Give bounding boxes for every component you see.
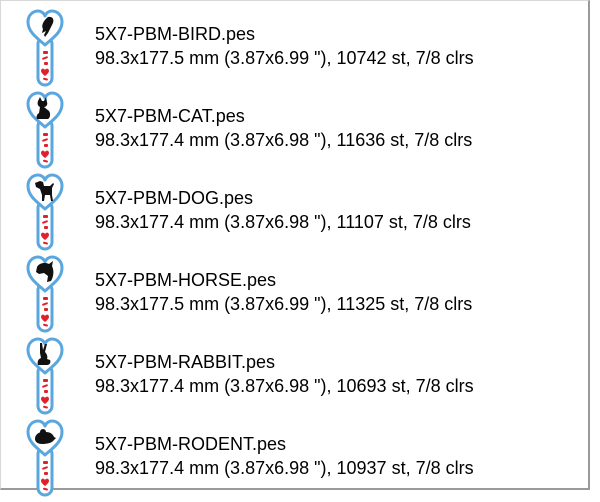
- file-item-rodent[interactable]: 5X7-PBM-RODENT.pes 98.3x177.4 mm (3.87x6…: [1, 415, 589, 497]
- heart-icon: [26, 255, 64, 293]
- file-item-horse[interactable]: 5X7-PBM-HORSE.pes 98.3x177.5 mm (3.87x6.…: [1, 251, 589, 333]
- file-info: 98.3x177.5 mm (3.87x6.99 "), 10742 st, 7…: [95, 48, 474, 68]
- file-text: 5X7-PBM-HORSE.pes 98.3x177.5 mm (3.87x6.…: [95, 268, 472, 316]
- file-text: 5X7-PBM-DOG.pes 98.3x177.4 mm (3.87x6.98…: [95, 186, 471, 234]
- bookmark-icon: [26, 91, 64, 169]
- file-name: 5X7-PBM-RABBIT.pes: [95, 352, 276, 372]
- file-info: 98.3x177.4 mm (3.87x6.98 "), 11636 st, 7…: [95, 130, 473, 150]
- bookmark-icon: [26, 255, 64, 333]
- file-info: 98.3x177.4 mm (3.87x6.98 "), 10937 st, 7…: [95, 458, 474, 478]
- bookmark-thumbnail: [23, 417, 67, 499]
- file-name: 5X7-PBM-BIRD.pes: [95, 24, 256, 44]
- file-item-dog[interactable]: 5X7-PBM-DOG.pes 98.3x177.4 mm (3.87x6.98…: [1, 169, 589, 251]
- bookmark-icon: [26, 337, 64, 415]
- file-item-bird[interactable]: 5X7-PBM-BIRD.pes 98.3x177.5 mm (3.87x6.9…: [1, 5, 589, 87]
- file-item-rabbit[interactable]: 5X7-PBM-RABBIT.pes 98.3x177.4 mm (3.87x6…: [1, 333, 589, 415]
- bookmark-thumbnail: [23, 253, 67, 335]
- file-text: 5X7-PBM-BIRD.pes 98.3x177.5 mm (3.87x6.9…: [95, 22, 474, 70]
- file-name: 5X7-PBM-DOG.pes: [95, 188, 254, 208]
- bookmark-thumbnail: [23, 335, 67, 417]
- file-item-cat[interactable]: 5X7-PBM-CAT.pes 98.3x177.4 mm (3.87x6.98…: [1, 87, 589, 169]
- file-info: 98.3x177.4 mm (3.87x6.98 "), 11107 st, 7…: [95, 212, 471, 232]
- file-name: 5X7-PBM-HORSE.pes: [95, 270, 277, 290]
- bookmark-thumbnail: [23, 89, 67, 171]
- file-text: 5X7-PBM-CAT.pes 98.3x177.4 mm (3.87x6.98…: [95, 104, 472, 152]
- file-list: 5X7-PBM-BIRD.pes 98.3x177.5 mm (3.87x6.9…: [1, 5, 589, 497]
- file-name: 5X7-PBM-RODENT.pes: [95, 434, 287, 454]
- file-text: 5X7-PBM-RABBIT.pes 98.3x177.4 mm (3.87x6…: [95, 350, 474, 398]
- file-info: 98.3x177.4 mm (3.87x6.98 "), 10693 st, 7…: [95, 376, 474, 396]
- bookmark-icon: [26, 173, 64, 251]
- bookmark-thumbnail: [23, 7, 67, 89]
- bookmark-icon: [26, 9, 64, 87]
- file-text: 5X7-PBM-RODENT.pes 98.3x177.4 mm (3.87x6…: [95, 432, 474, 480]
- file-info: 98.3x177.5 mm (3.87x6.99 "), 11325 st, 7…: [95, 294, 473, 314]
- bookmark-thumbnail: [23, 171, 67, 253]
- bookmark-icon: [26, 419, 64, 497]
- file-list-panel: 5X7-PBM-BIRD.pes 98.3x177.5 mm (3.87x6.9…: [0, 0, 590, 497]
- file-name: 5X7-PBM-CAT.pes: [95, 106, 245, 126]
